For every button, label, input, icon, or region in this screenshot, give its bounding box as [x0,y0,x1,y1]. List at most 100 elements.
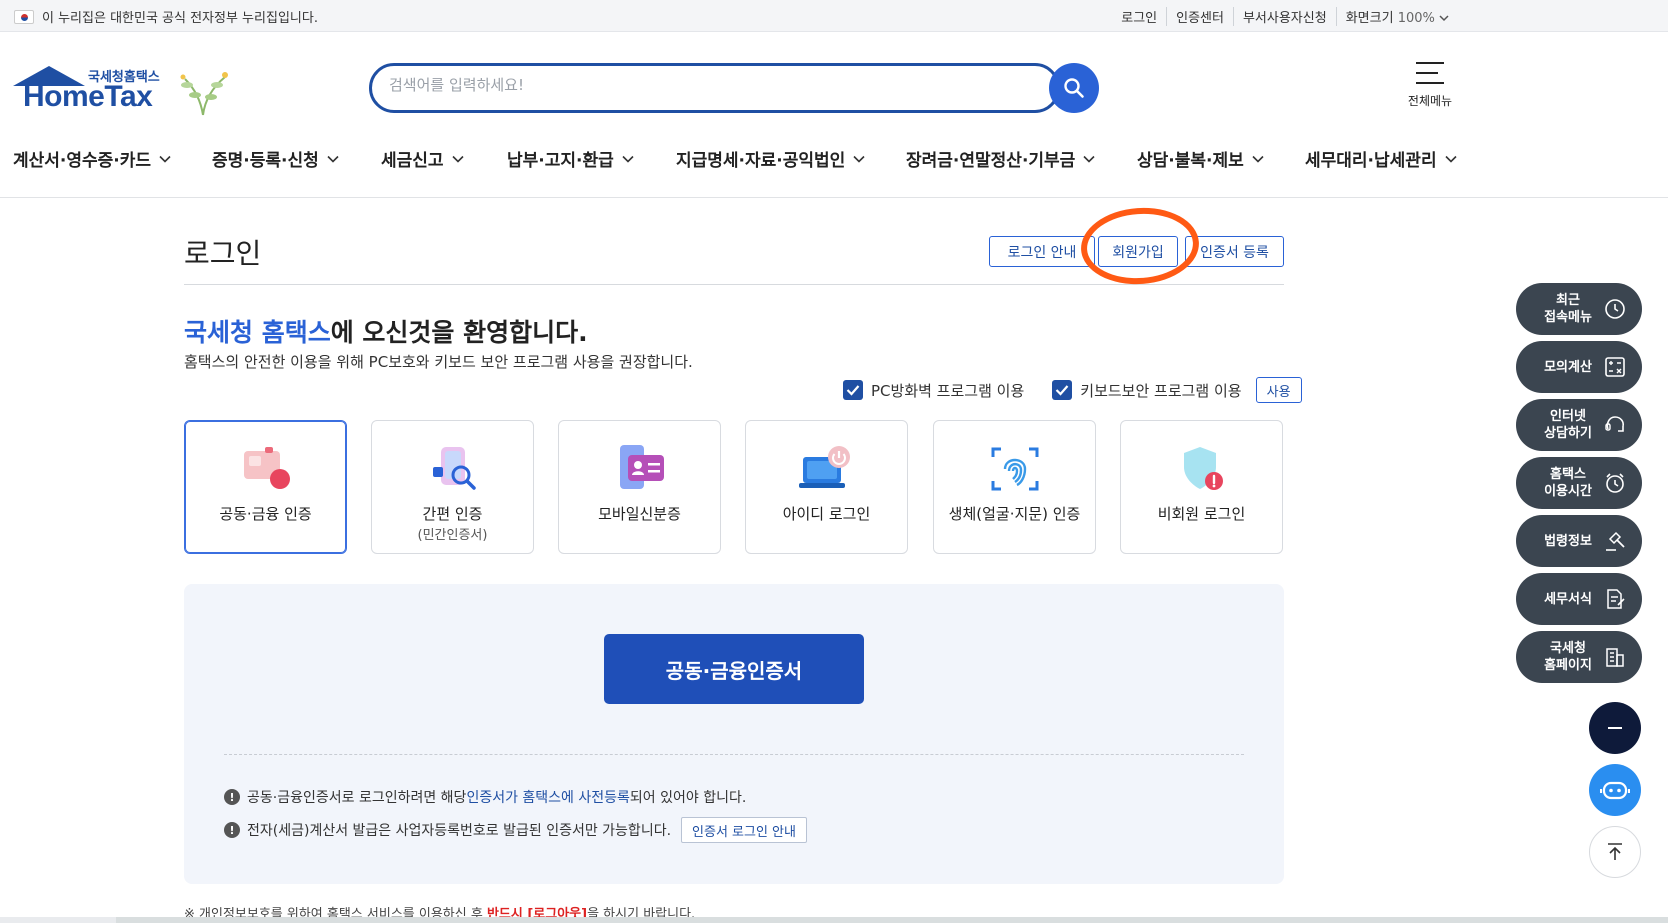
notice1-pre: 공동·금융인증서로 로그인하려면 해당 [247,790,467,806]
chat-icon [1602,412,1628,438]
chevron-down-icon [159,155,171,163]
quick-online-consult[interactable]: 인터넷 상담하기 [1516,399,1642,451]
gov-notice: 이 누리집은 대한민국 공식 전자정부 누리집입니다. [14,7,318,26]
quick-label: 세무서식 [1544,591,1592,607]
certificate-login-panel: 공동·금융인증서 ! 공동·금융인증서로 로그인하려면 해당 인증서가 홈택스에… [184,584,1284,884]
notice-preregister: ! 공동·금융인증서로 로그인하려면 해당 인증서가 홈택스에 사전등록 되어 있… [224,787,746,807]
util-login-link[interactable]: 로그인 [1112,7,1166,26]
quick-label: 홈택스 이용시간 [1544,467,1592,499]
checkmark-icon [1055,385,1069,396]
method-label: 모바일신분증 [598,505,681,523]
nav-payment-statement[interactable]: 지급명세·자료·공익법인 [676,146,865,171]
mobile-id-icon [619,445,664,489]
method-card-mobile-id[interactable]: 모바일신분증 [558,420,721,554]
quick-tax-forms[interactable]: 세무서식 [1516,573,1642,625]
info-alert-icon: ! [224,822,240,838]
notice1-highlight: 인증서가 홈택스에 사전등록 [466,790,630,806]
utility-bar: 이 누리집은 대한민국 공식 전자정부 누리집입니다. 로그인 인증센터 부서사… [0,0,1668,32]
chevron-down-icon [1439,15,1449,22]
nav-label: 지급명세·자료·공익법인 [676,151,846,171]
quick-nts-homepage[interactable]: 국세청 홈페이지 [1516,631,1642,683]
welcome-brand: 국세청 홈택스 [184,318,331,347]
quick-label: 최근 접속메뉴 [1544,293,1592,325]
util-cert-center-link[interactable]: 인증센터 [1166,7,1233,26]
chevron-down-icon [853,155,865,163]
method-card-id-login[interactable]: 아이디 로그인 [745,420,908,554]
method-card-simple-auth[interactable]: 간편 인증 (민간인증서) [371,420,534,554]
chevron-down-icon [327,155,339,163]
chevron-down-icon [622,155,634,163]
cert-login-guide-button[interactable]: 인증서 로그인 안내 [681,817,807,843]
gov-notice-text: 이 누리집은 대한민국 공식 전자정부 누리집입니다. [42,11,318,26]
nav-payment-refund[interactable]: 납부·고지·환급 [507,146,634,171]
notice2-text: 전자(세금)계산서 발급은 사업자등록번호로 발급된 인증서만 가능합니다. [247,823,672,839]
login-guide-button[interactable]: 로그인 안내 [989,236,1095,267]
chevron-down-icon [1445,155,1457,163]
info-alert-icon: ! [224,789,240,805]
keyboard-security-checkbox[interactable] [1052,380,1073,400]
utility-links: 로그인 인증센터 부서사용자신청 화면크기 100% [1112,7,1458,26]
chevron-down-icon [451,155,464,163]
nav-incentive-yearend[interactable]: 장려금·연말정산·기부금 [906,146,1095,171]
search-button[interactable] [1049,63,1099,113]
document-edit-icon [1602,586,1628,612]
alarm-icon [1602,470,1628,496]
chatbot-icon [1600,781,1630,800]
all-menu-label: 전체메뉴 [1407,94,1453,108]
method-label: 생체(얼굴·지문) 인증 [948,505,1081,523]
method-label: 비회원 로그인 [1157,505,1246,523]
security-options: PC방화벽 프로그램 이용 키보드보안 프로그램 이용 사용 [843,377,1302,403]
scroll-top-button[interactable] [1589,826,1641,878]
notice1-post: 되어 있어야 합니다. [629,790,747,806]
guest-shield-icon [1183,447,1223,490]
method-label: 아이디 로그인 [782,505,871,523]
method-card-guest[interactable]: 비회원 로그인 [1120,420,1283,554]
nav-certificate-registration[interactable]: 증명·등록·신청 [212,146,339,171]
pc-firewall-label: PC방화벽 프로그램 이용 [871,381,1025,400]
nav-invoice-receipt-card[interactable]: 계산서·영수증·카드 [13,146,171,171]
method-label: 공동·금융 인증 [219,505,312,523]
nav-label: 계산서·영수증·카드 [13,151,152,171]
calculator-icon [1602,354,1628,380]
nav-tax-agent[interactable]: 세무대리·납세관리 [1305,146,1457,171]
joint-financial-cert-button[interactable]: 공동·금융인증서 [604,634,864,704]
method-card-joint-financial[interactable]: 공동·금융 인증 [184,420,347,554]
pc-firewall-checkbox[interactable] [843,380,863,400]
arrow-up-icon [1608,843,1622,860]
quick-recent-menu[interactable]: 최근 접속메뉴 [1516,283,1642,335]
clock-icon [1602,296,1628,322]
welcome-heading: 국세청 홈택스에 오신것을 환영합니다. [184,313,588,349]
security-description: 홈택스의 안전한 이용을 위해 PC보호와 키보드 보안 프로그램 사용을 권장… [184,353,693,371]
method-card-biometric[interactable]: 생체(얼굴·지문) 인증 [933,420,1096,554]
quick-simulation[interactable]: 모의계산 [1516,341,1642,393]
gavel-icon [1602,528,1628,554]
logo-title: HomeTax [23,80,153,113]
chatbot-button[interactable] [1589,764,1641,816]
main-navigation: 계산서·영수증·카드 증명·등록·신청 세금신고 납부·고지·환급 지급명세·자… [0,142,1668,198]
quick-service-hours[interactable]: 홈택스 이용시간 [1516,457,1642,509]
search-input[interactable] [389,73,989,97]
quick-law-info[interactable]: 법령정보 [1516,515,1642,567]
certificate-card-icon [243,447,290,489]
use-button[interactable]: 사용 [1255,377,1302,403]
hamburger-icon [1416,62,1444,84]
cert-register-button[interactable]: 인증서 등록 [1185,236,1284,267]
collapse-quick-menu-button[interactable] [1589,702,1641,754]
quick-label: 국세청 홈페이지 [1544,641,1592,673]
id-login-icon [798,446,850,488]
quick-label: 법령정보 [1544,533,1592,549]
nav-label: 세무대리·납세관리 [1305,151,1437,171]
nav-consult-appeal[interactable]: 상담·불복·제보 [1137,146,1264,171]
korea-flag-icon [14,9,34,24]
hometax-logo[interactable]: 국세청홈택스 HomeTax [13,62,228,118]
checkmark-icon [846,385,860,396]
zoom-label: 화면크기 [1345,11,1394,26]
zoom-control[interactable]: 화면크기 100% [1335,7,1458,26]
zoom-value: 100% [1397,11,1435,26]
logo-plant-icon [180,72,228,116]
util-dept-user-link[interactable]: 부서사용자신청 [1232,7,1336,26]
nav-tax-return[interactable]: 세금신고 [381,146,464,171]
all-menu-button[interactable]: 전체메뉴 [1400,62,1460,109]
notice-business-cert: ! 전자(세금)계산서 발급은 사업자등록번호로 발급된 인증서만 가능합니다.… [224,817,807,843]
nav-label: 세금신고 [381,151,444,171]
